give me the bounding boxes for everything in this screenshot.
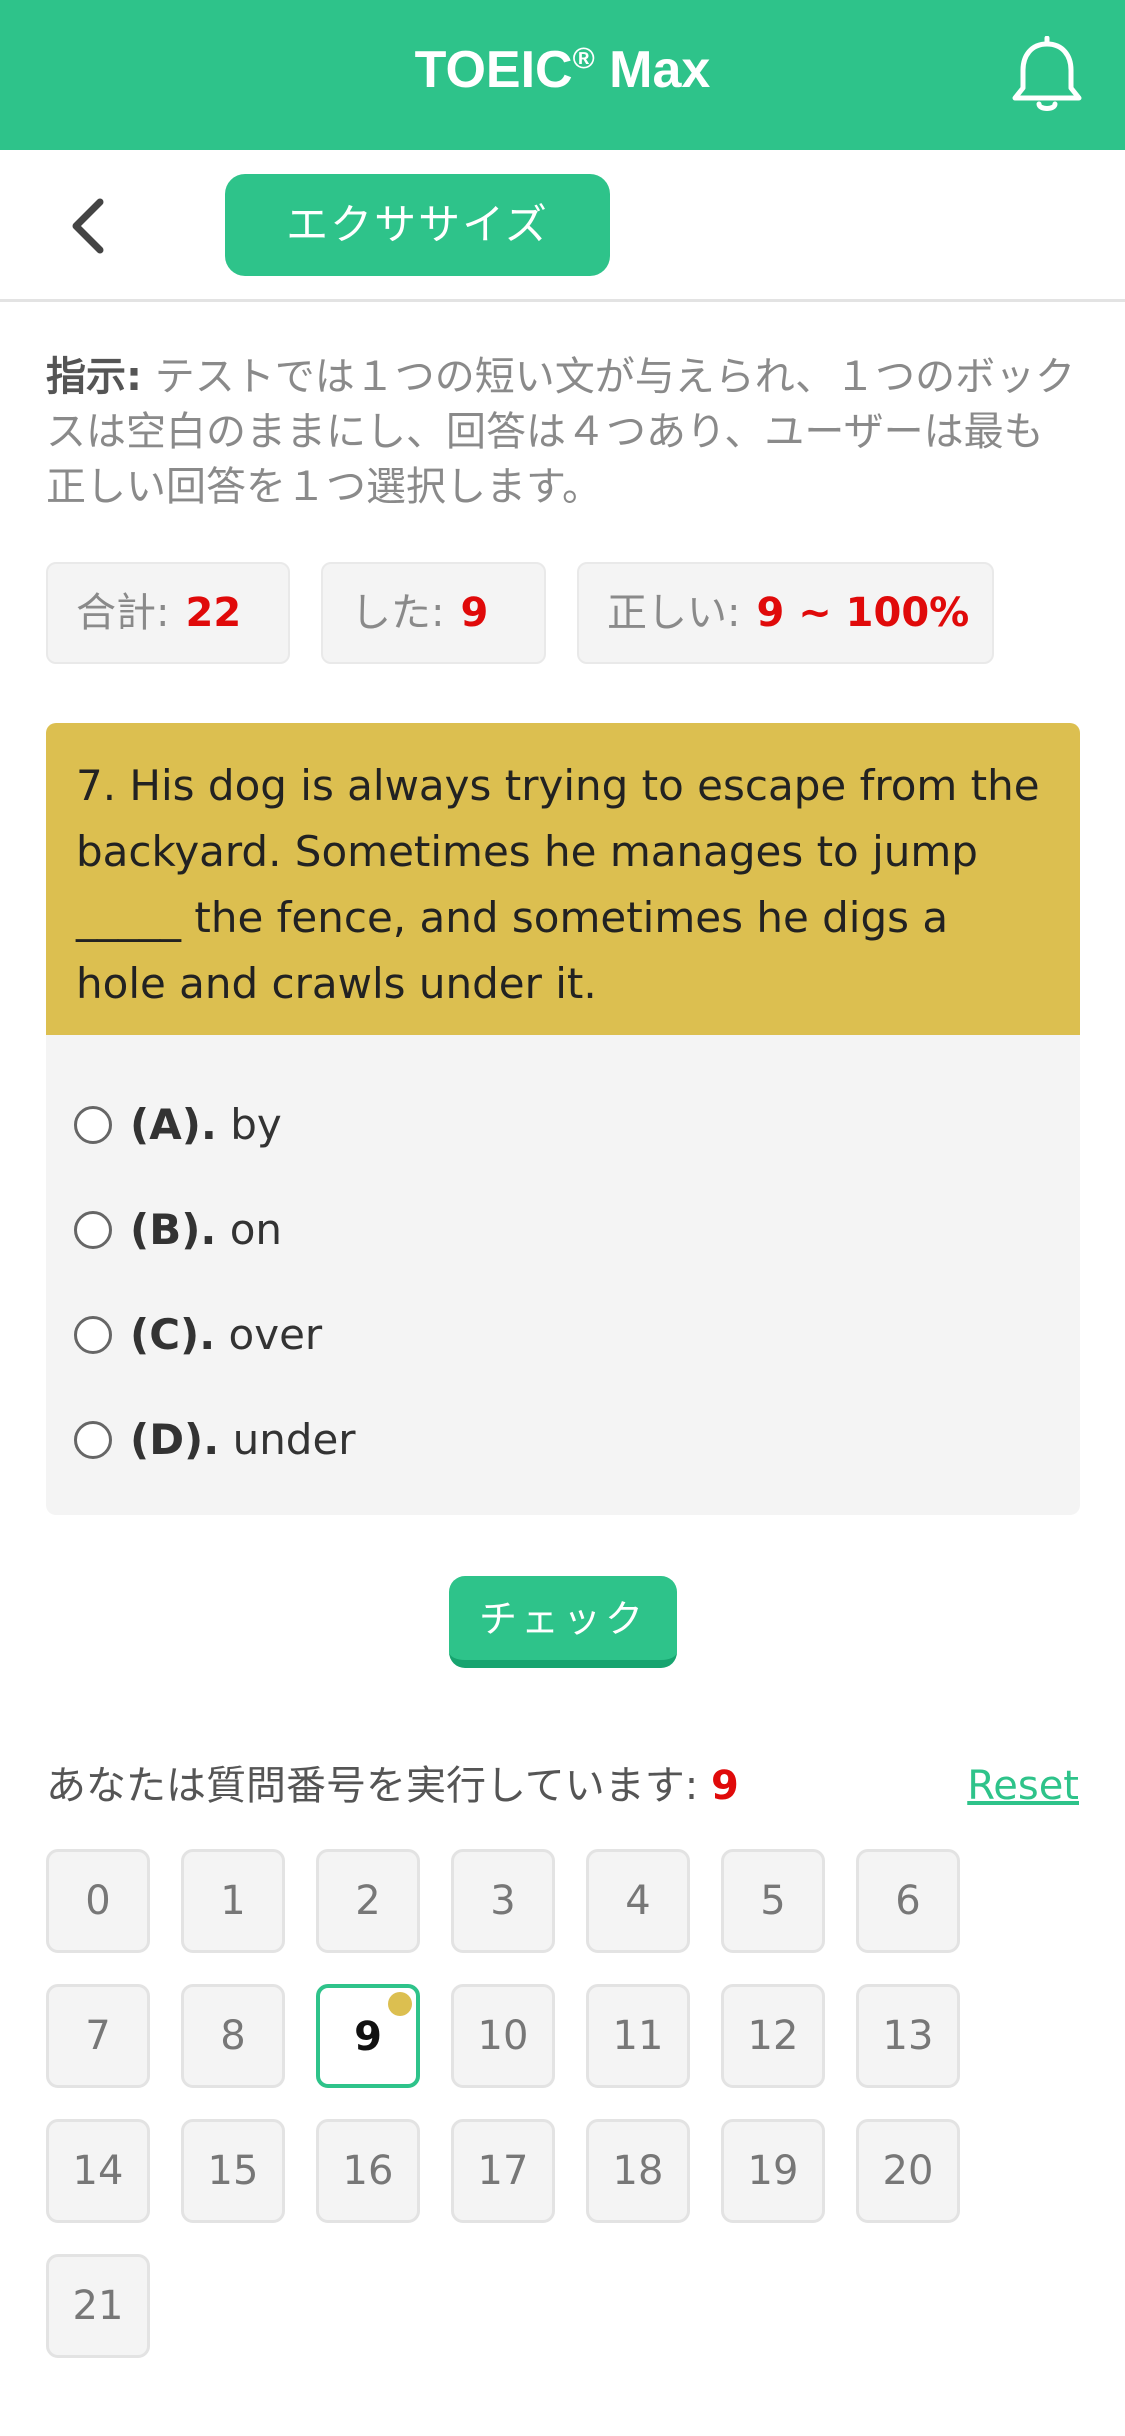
question-number-4[interactable]: 4 — [586, 1849, 690, 1953]
answer-options: (A). by (B). on (C). over (D). under — [46, 1035, 1080, 1515]
question-number-6[interactable]: 6 — [856, 1849, 960, 1953]
chevron-left-icon[interactable] — [62, 190, 116, 262]
option-d[interactable]: (D). under — [74, 1410, 356, 1470]
question-number-21[interactable]: 21 — [46, 2254, 150, 2358]
question-number-2[interactable]: 2 — [316, 1849, 420, 1953]
question-box: 7. His dog is always trying to escape fr… — [46, 723, 1080, 1035]
stat-done: した: 9 — [321, 562, 546, 664]
question-number-15[interactable]: 15 — [181, 2119, 285, 2223]
stat-correct-label: 正しい: — [607, 590, 741, 636]
app-title: TOEIC® Max — [0, 40, 1125, 100]
question-number-7[interactable]: 7 — [46, 1984, 150, 2088]
app-title-suffix: Max — [594, 41, 711, 99]
instruction-text: 指示: テストでは１つの短い文が与えられ、１つのボックスは空白のままにし、回答は… — [46, 350, 1076, 515]
question-number-9[interactable]: 9 — [316, 1984, 420, 2088]
radio-icon[interactable] — [74, 1105, 112, 1144]
app-title-text: TOEIC — [414, 41, 573, 99]
option-b[interactable]: (B). on — [74, 1200, 282, 1260]
stat-total-value: 22 — [185, 590, 242, 636]
option-text: by — [216, 1100, 282, 1149]
stat-done-value: 9 — [460, 590, 489, 636]
option-label: (C). — [130, 1310, 216, 1359]
stat-correct: 正しい: 9 ~ 100% — [577, 562, 994, 664]
current-question-status: あなたは質問番号を実行しています: 9 — [46, 1756, 739, 1816]
stat-done-label: した: — [351, 590, 445, 636]
question-number-1[interactable]: 1 — [181, 1849, 285, 1953]
check-button[interactable]: チェック — [449, 1576, 677, 1668]
option-text: under — [219, 1415, 356, 1464]
radio-icon[interactable] — [74, 1210, 112, 1249]
question-number-13[interactable]: 13 — [856, 1984, 960, 2088]
registered-mark: ® — [572, 42, 595, 76]
running-label: あなたは質問番号を実行しています: — [46, 1763, 711, 1809]
option-label: (A). — [130, 1100, 217, 1149]
question-number-3[interactable]: 3 — [451, 1849, 555, 1953]
option-a[interactable]: (A). by — [74, 1095, 282, 1155]
stat-total-label: 合計: — [76, 590, 170, 636]
instruction-label: 指示: — [46, 354, 142, 400]
option-text: over — [215, 1310, 323, 1359]
stat-total: 合計: 22 — [46, 562, 290, 664]
radio-icon[interactable] — [74, 1420, 112, 1459]
question-number-11[interactable]: 11 — [586, 1984, 690, 2088]
question-number-17[interactable]: 17 — [451, 2119, 555, 2223]
option-label: (B). — [130, 1205, 217, 1254]
question-number-12[interactable]: 12 — [721, 1984, 825, 2088]
question-number-14[interactable]: 14 — [46, 2119, 150, 2223]
radio-icon[interactable] — [74, 1315, 112, 1354]
question-number-5[interactable]: 5 — [721, 1849, 825, 1953]
option-c[interactable]: (C). over — [74, 1305, 322, 1365]
option-text: on — [216, 1205, 283, 1254]
question-number-10[interactable]: 10 — [451, 1984, 555, 2088]
instruction-body: テストでは１つの短い文が与えられ、１つのボックスは空白のままにし、回答は４つあり… — [46, 354, 1076, 510]
option-label: (D). — [130, 1415, 220, 1464]
question-number-16[interactable]: 16 — [316, 2119, 420, 2223]
bell-icon[interactable] — [1011, 35, 1083, 116]
sub-header: エクササイズ — [0, 150, 1125, 302]
question-number-18[interactable]: 18 — [586, 2119, 690, 2223]
current-question-number: 9 — [711, 1763, 739, 1809]
question-number-8[interactable]: 8 — [181, 1984, 285, 2088]
reset-link[interactable]: Reset — [967, 1756, 1079, 1816]
app-bar: TOEIC® Max — [0, 0, 1125, 150]
question-number-19[interactable]: 19 — [721, 2119, 825, 2223]
exercise-tab[interactable]: エクササイズ — [225, 174, 610, 276]
question-number-0[interactable]: 0 — [46, 1849, 150, 1953]
question-number-20[interactable]: 20 — [856, 2119, 960, 2223]
stat-correct-value: 9 ~ 100% — [756, 590, 970, 636]
